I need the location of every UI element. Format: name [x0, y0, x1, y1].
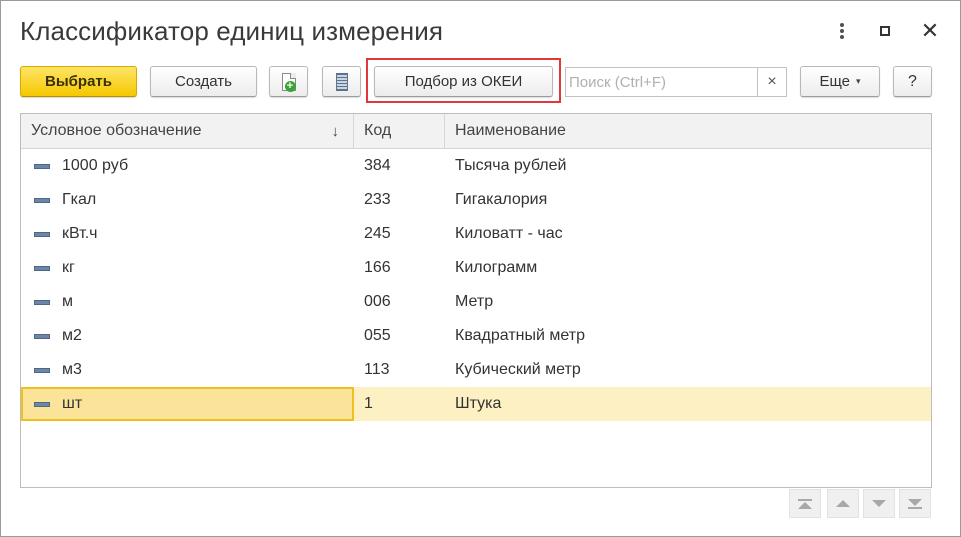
- arrow-down-icon: [908, 498, 922, 506]
- cell-symbol: 1000 руб: [62, 157, 129, 174]
- okei-selection-button[interactable]: Подбор из ОКЕИ: [374, 66, 553, 97]
- select-button[interactable]: Выбрать: [20, 66, 137, 97]
- cell-code: 233: [364, 191, 391, 208]
- arrow-down-icon: [872, 500, 886, 507]
- column-header-name[interactable]: Наименование: [445, 114, 931, 148]
- arrow-up-icon: [836, 500, 850, 507]
- cell-name: Метр: [455, 293, 494, 310]
- table-row[interactable]: кг 166 Килограмм: [21, 251, 931, 285]
- more-actions-icon[interactable]: [831, 20, 853, 42]
- table-header: Условное обозначение ↓ Код Наименование: [21, 114, 931, 149]
- cell-name: Килограмм: [455, 259, 538, 276]
- cell-code: 113: [364, 361, 390, 378]
- column-header-symbol-label: Условное обозначение: [31, 122, 202, 139]
- cell-symbol: кВт.ч: [62, 225, 98, 242]
- close-icon[interactable]: ✕: [919, 18, 941, 43]
- cell-symbol[interactable]: шт: [21, 387, 354, 421]
- list-settings-button[interactable]: [322, 66, 361, 97]
- more-button[interactable]: Еще ▾: [800, 66, 880, 97]
- cell-symbol: м: [62, 293, 73, 310]
- cell-symbol: Гкал: [62, 191, 97, 208]
- scroll-up-button[interactable]: [827, 489, 859, 518]
- column-header-symbol[interactable]: Условное обозначение ↓: [21, 114, 354, 148]
- table-row[interactable]: Гкал 233 Гигакалория: [21, 183, 931, 217]
- cell-code: 384: [364, 157, 391, 174]
- table-row-selected[interactable]: шт 1 Штука: [21, 387, 931, 421]
- cell-code: 166: [364, 259, 391, 276]
- column-header-code[interactable]: Код: [354, 114, 445, 148]
- scroll-to-bottom-button[interactable]: [899, 489, 931, 518]
- document-add-icon: +: [281, 72, 296, 92]
- create-button[interactable]: Создать: [150, 66, 257, 97]
- window-title: Классификатор единиц измерения: [20, 16, 444, 46]
- create-copy-button[interactable]: +: [269, 66, 308, 97]
- table-row[interactable]: 1000 руб 384 Тысяча рублей: [21, 149, 931, 183]
- chevron-down-icon: ▾: [856, 76, 861, 86]
- arrow-up-icon: [798, 501, 812, 509]
- list-icon: [335, 72, 348, 91]
- scroll-to-top-button[interactable]: [789, 489, 821, 518]
- cell-name: Квадратный метр: [455, 327, 585, 344]
- table-row[interactable]: м3 113 Кубический метр: [21, 353, 931, 387]
- bar-icon: [908, 506, 922, 509]
- cell-name: Гигакалория: [455, 191, 548, 208]
- cell-code: 006: [364, 293, 391, 310]
- cell-code: 245: [364, 225, 391, 242]
- sort-down-icon: ↓: [331, 122, 340, 140]
- search-box: ×: [565, 67, 787, 97]
- cell-name: Тысяча рублей: [455, 157, 567, 174]
- table-row[interactable]: м2 055 Квадратный метр: [21, 319, 931, 353]
- toolbar: Выбрать Создать + Подбор из ОКЕИ × Еще ▾…: [1, 58, 961, 103]
- scroll-down-button[interactable]: [863, 489, 895, 518]
- classifier-window: Классификатор единиц измерения ✕ Выбрать…: [0, 0, 961, 537]
- cell-symbol: м3: [62, 361, 82, 378]
- bar-icon: [798, 498, 812, 501]
- clear-search-icon[interactable]: ×: [757, 68, 786, 96]
- search-input[interactable]: [566, 69, 759, 95]
- table-row[interactable]: кВт.ч 245 Киловатт - час: [21, 217, 931, 251]
- table-row[interactable]: м 006 Метр: [21, 285, 931, 319]
- cell-name: Штука: [455, 395, 502, 412]
- more-button-label: Еще: [819, 73, 850, 90]
- cell-symbol: м2: [62, 327, 82, 344]
- unit-item-icon: [34, 402, 50, 407]
- cell-symbol: кг: [62, 259, 75, 276]
- cell-name: Кубический метр: [455, 361, 581, 378]
- cell-code: 1: [364, 395, 373, 412]
- units-table: Условное обозначение ↓ Код Наименование …: [20, 113, 932, 488]
- cell-name: Киловатт - час: [455, 225, 563, 242]
- help-button[interactable]: ?: [893, 66, 932, 97]
- maximize-icon[interactable]: [874, 20, 896, 42]
- cell-code: 055: [364, 327, 391, 344]
